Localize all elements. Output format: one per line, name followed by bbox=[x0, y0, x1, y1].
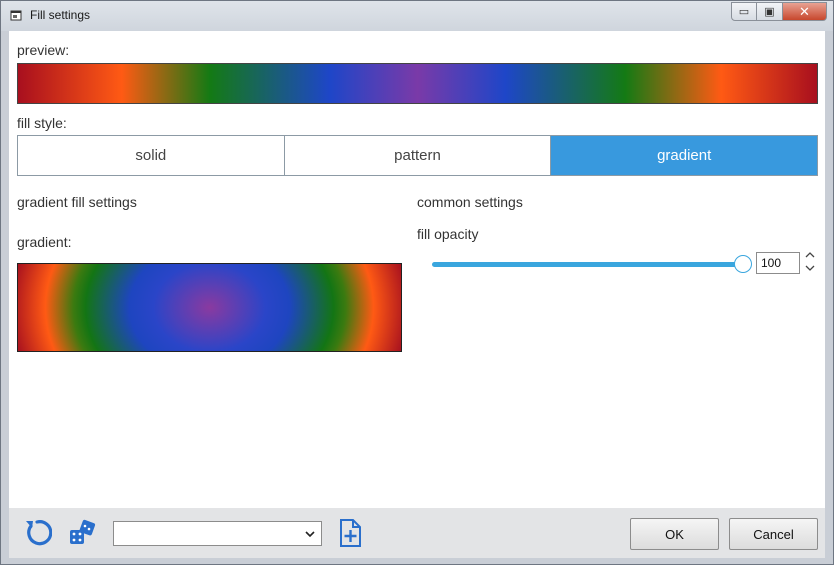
spin-down-icon[interactable] bbox=[805, 263, 815, 273]
close-icon: ✕ bbox=[799, 3, 810, 19]
fill-style-selector: solid pattern gradient bbox=[17, 135, 818, 176]
maximize-icon: ▣ bbox=[764, 6, 775, 18]
minimize-icon: ▭ bbox=[738, 6, 750, 18]
gradient-settings-heading: gradient fill settings bbox=[17, 194, 137, 210]
dialog-footer: OK Cancel bbox=[9, 508, 825, 558]
fill-style-label: fill style: bbox=[17, 115, 67, 131]
preset-dropdown[interactable] bbox=[113, 521, 322, 546]
minimize-button[interactable]: ▭ bbox=[731, 2, 757, 21]
gradient-label: gradient: bbox=[17, 234, 72, 250]
preview-label: preview: bbox=[17, 42, 70, 58]
cancel-button[interactable]: Cancel bbox=[729, 518, 818, 550]
opacity-input[interactable] bbox=[756, 252, 800, 274]
window-title: Fill settings bbox=[30, 8, 91, 22]
chevron-down-icon bbox=[305, 531, 315, 538]
fill-opacity-label: fill opacity bbox=[417, 226, 479, 242]
maximize-button[interactable]: ▣ bbox=[757, 2, 783, 21]
reset-icon[interactable] bbox=[22, 518, 52, 548]
fill-style-pattern[interactable]: pattern bbox=[284, 136, 552, 175]
window-icon bbox=[10, 10, 22, 21]
dialog-content: preview: fill style: solid pattern gradi… bbox=[9, 31, 825, 508]
close-button[interactable]: ✕ bbox=[783, 2, 827, 21]
title-bar: Fill settings ▭ ▣ ✕ bbox=[1, 1, 833, 31]
add-document-icon[interactable] bbox=[335, 518, 365, 548]
fill-style-gradient[interactable]: gradient bbox=[551, 136, 818, 175]
spin-up-icon[interactable] bbox=[805, 250, 815, 260]
fill-style-solid[interactable]: solid bbox=[18, 136, 285, 175]
ok-button[interactable]: OK bbox=[630, 518, 719, 550]
opacity-slider-handle[interactable] bbox=[734, 255, 752, 273]
dice-icon[interactable] bbox=[67, 518, 97, 548]
opacity-slider-track[interactable] bbox=[432, 262, 744, 267]
preview-swatch bbox=[17, 63, 818, 104]
fill-settings-window: Fill settings ▭ ▣ ✕ preview: fill style:… bbox=[0, 0, 834, 565]
opacity-spinner[interactable] bbox=[804, 250, 816, 276]
gradient-editor[interactable] bbox=[17, 263, 402, 352]
common-settings-heading: common settings bbox=[417, 194, 523, 210]
